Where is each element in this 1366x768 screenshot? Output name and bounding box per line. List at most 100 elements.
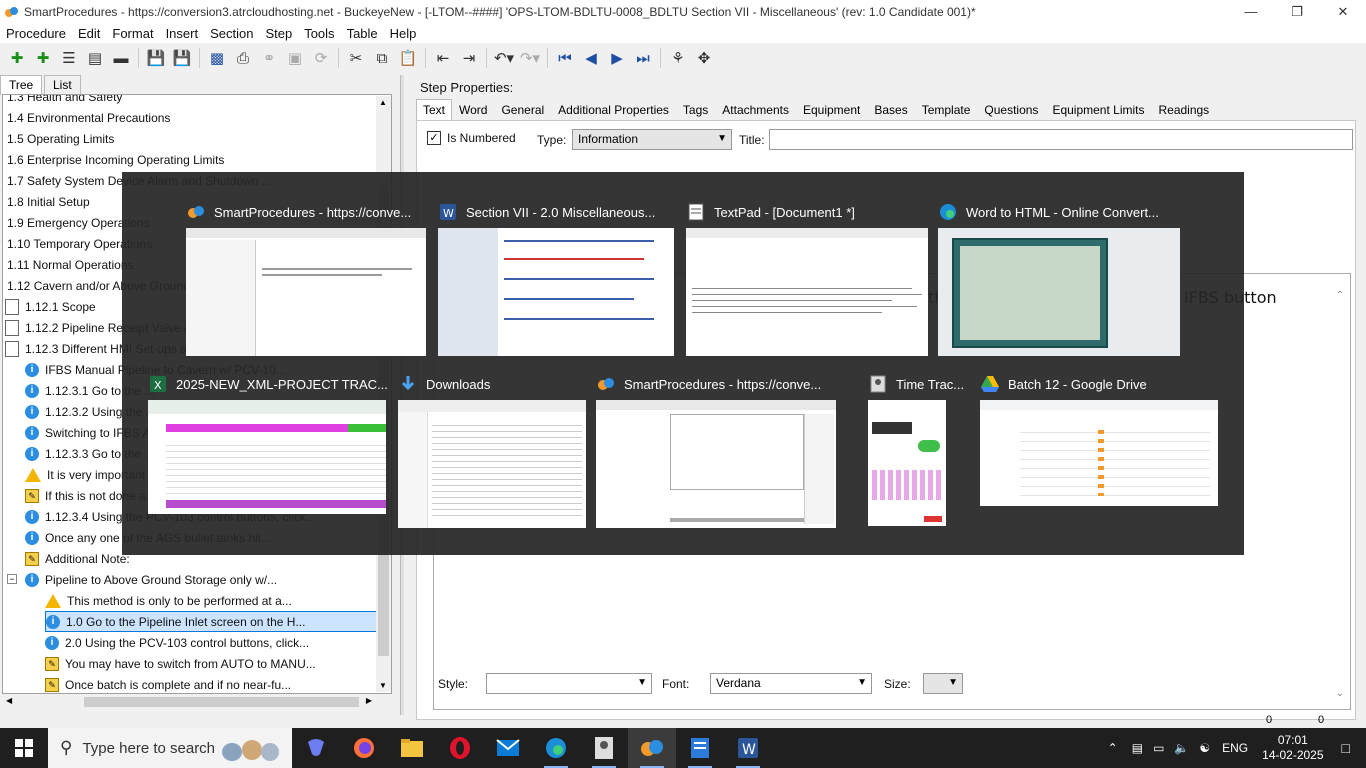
notifications-icon[interactable]: □ xyxy=(1342,740,1350,756)
taskbar-smartprocedures[interactable] xyxy=(628,728,676,768)
menu-tools[interactable]: Tools xyxy=(298,26,340,41)
switcher-window-time-tracker[interactable]: Time Trac... xyxy=(868,372,964,528)
taskbar-edge[interactable] xyxy=(532,728,580,768)
menu-section[interactable]: Section xyxy=(204,26,259,41)
taskbar-file-explorer[interactable] xyxy=(388,728,436,768)
tree-node[interactable]: 1.3 Health and Safety xyxy=(7,95,122,107)
taskbar-mail[interactable] xyxy=(484,728,532,768)
tree-node[interactable]: i 1.0 Go to the Pipeline Inlet screen on … xyxy=(45,611,391,632)
menu-help[interactable]: Help xyxy=(384,26,423,41)
size-select[interactable]: ▼ xyxy=(923,673,963,694)
taskbar-word[interactable]: W xyxy=(724,728,772,768)
type-select[interactable]: Information ▼ xyxy=(572,129,732,150)
switcher-window-word[interactable]: W Section VII - 2.0 Miscellaneous... xyxy=(438,200,674,358)
tab-general[interactable]: General xyxy=(494,99,551,120)
tree-node[interactable]: ✎ Once batch is complete and if no near-f… xyxy=(45,674,291,693)
tree-node[interactable]: This method is only to be performed at a… xyxy=(45,590,292,611)
tab-questions[interactable]: Questions xyxy=(977,99,1045,120)
taskbar-firefox[interactable] xyxy=(340,728,388,768)
tree-node[interactable]: ✎ Additional Note: xyxy=(25,548,130,569)
tree-node[interactable]: 1.5 Operating Limits xyxy=(7,128,114,149)
tab-template[interactable]: Template xyxy=(915,99,978,120)
list-button[interactable]: ☰ xyxy=(56,46,82,70)
language-indicator[interactable]: ENG xyxy=(1222,741,1248,755)
paste-button[interactable]: 📋 xyxy=(395,46,421,70)
tree-node[interactable]: 1.12.1 Scope xyxy=(5,296,96,317)
switcher-window-edge[interactable]: Word to HTML - Online Convert... xyxy=(938,200,1180,358)
start-button[interactable] xyxy=(0,728,48,768)
switcher-window-excel[interactable]: X 2025-NEW_XML-PROJECT TRAC... xyxy=(148,372,388,514)
style-select[interactable]: ▼ xyxy=(486,673,652,694)
tree-node[interactable]: i Pipeline to Above Ground Storage only w… xyxy=(25,569,277,590)
redo-button[interactable]: ↷▾ xyxy=(517,46,543,70)
tab-equipment-limits[interactable]: Equipment Limits xyxy=(1045,99,1151,120)
switcher-window-textpad[interactable]: TextPad - [Document1 *] xyxy=(686,200,928,358)
indent-button[interactable]: ⇥ xyxy=(456,46,482,70)
spellcheck-button[interactable]: ⚘ xyxy=(665,46,691,70)
wifi-icon[interactable]: ☯ xyxy=(1199,741,1210,755)
outdent-button[interactable]: ⇤ xyxy=(430,46,456,70)
taskbar-search-box[interactable]: ⚲ Type here to search xyxy=(48,728,292,768)
tree-node[interactable]: 1.8 Initial Setup xyxy=(7,191,90,212)
cut-button[interactable]: ✂ xyxy=(343,46,369,70)
menu-step[interactable]: Step xyxy=(259,26,298,41)
tree-node[interactable]: ✎ You may have to switch from AUTO to MAN… xyxy=(45,653,316,674)
image-button[interactable]: ▣ xyxy=(282,46,308,70)
taskbar-copilot[interactable] xyxy=(292,728,340,768)
font-select[interactable]: Verdana ▼ xyxy=(710,673,872,694)
publish-button[interactable]: ▩ xyxy=(204,46,230,70)
tree-node[interactable]: 1.4 Environmental Precautions xyxy=(7,107,170,128)
copy-button[interactable]: ⧉ xyxy=(369,46,395,70)
show-hidden-icons-chevron-icon[interactable]: ⌃ xyxy=(1108,741,1118,755)
tab-word[interactable]: Word xyxy=(452,99,494,120)
move-button[interactable]: ✥ xyxy=(691,46,717,70)
is-numbered-checkbox[interactable]: ✓ xyxy=(427,131,441,145)
tab-list[interactable]: List xyxy=(44,75,81,95)
tree-node[interactable]: 1.11 Normal Operations xyxy=(7,254,134,275)
menu-format[interactable]: Format xyxy=(106,26,159,41)
clock[interactable]: 07:01 14-02-2025 xyxy=(1262,733,1323,763)
menu-insert[interactable]: Insert xyxy=(160,26,205,41)
taskbar-time-tracker[interactable] xyxy=(580,728,628,768)
link-button[interactable]: ⚭ xyxy=(256,46,282,70)
tree-node[interactable]: i 2.0 Using the PCV-103 control buttons, … xyxy=(45,632,309,653)
switcher-window-smartprocedures-2[interactable]: SmartProcedures - https://conve... xyxy=(596,372,836,528)
volume-icon[interactable]: 🔈 xyxy=(1174,741,1189,755)
print-button[interactable]: ⎙ xyxy=(230,46,256,70)
title-input[interactable] xyxy=(769,129,1353,150)
undo-button[interactable]: ↶▾ xyxy=(491,46,517,70)
collapse-toggle-icon[interactable]: − xyxy=(7,574,17,584)
menu-table[interactable]: Table xyxy=(341,26,384,41)
first-step-button[interactable]: ⏮ xyxy=(552,46,578,70)
delete-button[interactable]: ▬ xyxy=(108,46,134,70)
menu-procedure[interactable]: Procedure xyxy=(0,26,72,41)
tab-tags[interactable]: Tags xyxy=(676,99,715,120)
taskbar-textpad[interactable] xyxy=(676,728,724,768)
tree-horizontal-scrollbar[interactable]: ◀ ▶ xyxy=(2,694,376,710)
tab-text[interactable]: Text xyxy=(416,99,453,120)
close-button[interactable]: ✕ xyxy=(1320,0,1366,23)
tab-attachments[interactable]: Attachments xyxy=(715,99,796,120)
last-step-button[interactable]: ⏭ xyxy=(630,46,656,70)
restore-button[interactable]: ❐ xyxy=(1274,0,1320,23)
next-step-button[interactable]: ▶ xyxy=(604,46,630,70)
tab-readings[interactable]: Readings xyxy=(1151,99,1216,120)
network-share-icon[interactable]: ▤ xyxy=(1132,741,1143,755)
switcher-window-smartprocedures[interactable]: SmartProcedures - https://conve... xyxy=(186,200,426,358)
add-substep-button[interactable]: ✚ xyxy=(30,46,56,70)
tab-bases[interactable]: Bases xyxy=(867,99,914,120)
tab-additional-properties[interactable]: Additional Properties xyxy=(551,99,676,120)
save-button[interactable]: 💾 xyxy=(169,46,195,70)
taskbar-opera[interactable] xyxy=(436,728,484,768)
properties-button[interactable]: ▤ xyxy=(82,46,108,70)
minimize-button[interactable]: — xyxy=(1228,0,1274,23)
add-step-button[interactable]: ✚ xyxy=(4,46,30,70)
scroll-thumb[interactable] xyxy=(84,697,359,707)
open-button[interactable]: 💾 xyxy=(143,46,169,70)
tab-equipment[interactable]: Equipment xyxy=(796,99,867,120)
redo-link-button[interactable]: ⟳ xyxy=(308,46,334,70)
tab-tree[interactable]: Tree xyxy=(0,75,43,95)
tree-node[interactable]: 1.6 Enterprise Incoming Operating Limits xyxy=(7,149,224,170)
switcher-window-google-drive[interactable]: Batch 12 - Google Drive xyxy=(980,372,1218,506)
switcher-window-downloads[interactable]: Downloads xyxy=(398,372,586,528)
